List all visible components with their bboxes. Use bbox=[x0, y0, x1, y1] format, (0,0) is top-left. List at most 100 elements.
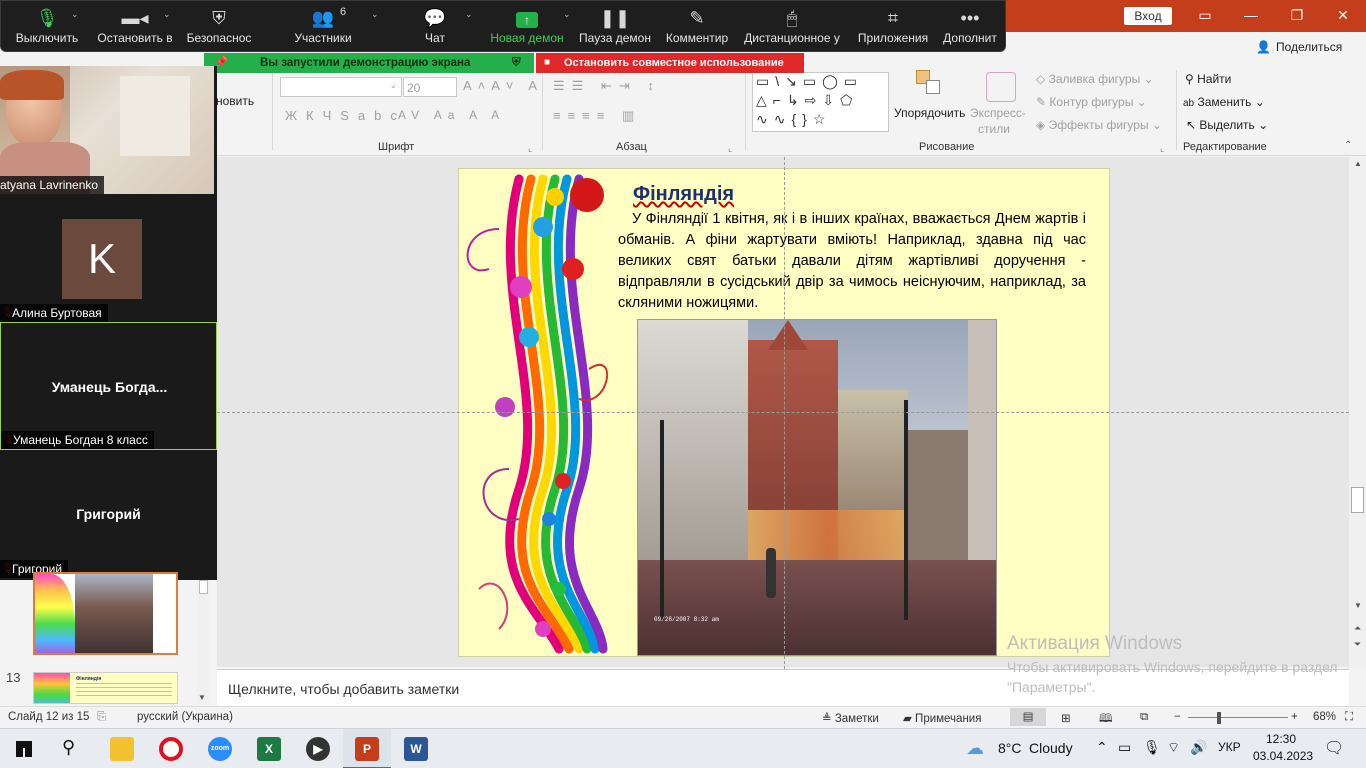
alignment-buttons[interactable]: ≡≡≡≡ ▥ bbox=[553, 108, 641, 124]
slide-thumbnail-current[interactable] bbox=[33, 572, 178, 655]
annotate-button[interactable]: ✎ Комментир bbox=[661, 1, 733, 53]
chevron-down-icon[interactable]: ⌄ bbox=[465, 9, 473, 20]
slide-body-text[interactable]: У Фінляндії 1 квітня, як і в інших країн… bbox=[618, 209, 1086, 314]
participant-tile-active-speaker[interactable]: Уманець Богда... 🎙 Уманець Богдан 8 клас… bbox=[0, 322, 217, 450]
previous-slide-icon[interactable]: ⏶ bbox=[1354, 623, 1361, 634]
find-button[interactable]: ⚲ Найти bbox=[1185, 72, 1231, 86]
pause-share-button[interactable]: ❚❚ Пауза демон bbox=[577, 1, 653, 53]
restore-icon[interactable]: ❐ bbox=[1274, 0, 1320, 32]
minimize-icon[interactable]: — bbox=[1228, 0, 1274, 32]
language-indicator[interactable]: русский (Украина) bbox=[137, 711, 233, 723]
reset-button[interactable]: новить bbox=[216, 94, 254, 108]
volume-icon[interactable]: 🔊 bbox=[1190, 739, 1207, 756]
replace-button[interactable]: ab Заменить ⌄ bbox=[1183, 95, 1265, 109]
excel-icon: X bbox=[257, 737, 281, 761]
zoom-app-button[interactable]: zoom bbox=[196, 729, 244, 768]
security-button[interactable]: ⛨ Безопаснос bbox=[185, 1, 253, 53]
person-icon: 👤 bbox=[1256, 40, 1271, 54]
font-effect-buttons[interactable]: AV Aa A A bbox=[398, 108, 505, 122]
horizontal-guide[interactable] bbox=[217, 412, 1349, 413]
show-hidden-icons-icon[interactable]: ⌃ bbox=[1096, 739, 1108, 756]
participant-tile[interactable]: atyana Lavrinenko bbox=[0, 66, 217, 194]
shape-effects-button[interactable]: ◈ Эффекты фигуры ⌄ bbox=[1036, 118, 1162, 132]
participants-button[interactable]: 👥 Участники bbox=[289, 1, 357, 53]
shield-check-icon: ⛨ bbox=[512, 57, 521, 69]
next-slide-icon[interactable]: ⏷ bbox=[1354, 639, 1361, 650]
remote-control-button[interactable]: 🖱 Дистанционное у bbox=[741, 1, 843, 53]
arrange-button[interactable]: Упорядочить bbox=[894, 106, 965, 120]
ribbon-display-options-icon[interactable]: ▭ bbox=[1182, 0, 1228, 32]
notes-toggle[interactable]: ≜ Заметки bbox=[822, 711, 879, 725]
microphone-icon[interactable]: 🎙 bbox=[1143, 739, 1161, 756]
clock-date[interactable]: 03.04.2023 bbox=[1253, 749, 1313, 763]
zoom-slider-thumb[interactable] bbox=[1217, 712, 1221, 724]
participant-tile[interactable]: Григорий 🎙 Григорий bbox=[0, 450, 217, 578]
stop-share-button[interactable]: ■ Остановить совместное использование bbox=[536, 53, 804, 73]
notifications-icon[interactable]: 🗨 bbox=[1324, 738, 1344, 758]
font-family-select[interactable]: ⌄ bbox=[280, 77, 402, 97]
slide-sorter-icon[interactable]: ⊞ bbox=[1061, 711, 1071, 725]
chat-button[interactable]: 💬 Чат bbox=[413, 1, 457, 53]
scrollbar-thumb[interactable] bbox=[1351, 487, 1364, 513]
vertical-guide[interactable] bbox=[784, 157, 785, 669]
excel-button[interactable]: X bbox=[245, 729, 293, 768]
apps-button[interactable]: ⌗ Приложения bbox=[853, 1, 933, 53]
list-buttons[interactable]: ☰☰ ⇤⇥ ↕ bbox=[553, 78, 661, 94]
sign-in-button[interactable]: Вход bbox=[1124, 7, 1172, 25]
start-button[interactable] bbox=[0, 729, 48, 768]
font-grow-shrink-buttons[interactable]: A˄A˅ A bbox=[463, 78, 543, 93]
weather-condition[interactable]: Cloudy bbox=[1029, 740, 1073, 756]
zoom-in-icon[interactable]: + bbox=[1291, 711, 1298, 723]
wifi-icon[interactable]: ⌔ bbox=[1167, 739, 1180, 757]
zoom-level[interactable]: 68% bbox=[1313, 711, 1336, 723]
input-language[interactable]: УКР bbox=[1218, 740, 1241, 754]
slide-title[interactable]: Фінляндія bbox=[633, 183, 734, 206]
notes-pane[interactable]: Щелкните, чтобы добавить заметки bbox=[217, 669, 1349, 706]
select-button[interactable]: ↖ Выделить ⌄ bbox=[1186, 118, 1268, 132]
collapse-ribbon-icon[interactable]: ⌃ bbox=[1344, 140, 1352, 151]
participant-tile[interactable]: K 🎙 Алина Буртовая bbox=[0, 194, 217, 322]
more-button[interactable]: ••• Дополнит bbox=[939, 1, 1001, 53]
chevron-down-icon[interactable]: ⌄ bbox=[371, 9, 379, 20]
word-button[interactable]: W bbox=[392, 729, 440, 768]
share-button[interactable]: 👤 Поделиться bbox=[1256, 40, 1342, 54]
battery-icon[interactable]: ▭ bbox=[1118, 739, 1131, 756]
zoom-slider[interactable] bbox=[1188, 717, 1288, 718]
spellcheck-icon[interactable]: ⎘ bbox=[97, 711, 106, 724]
powerpoint-icon: P bbox=[355, 737, 379, 761]
slideshow-icon[interactable]: ⧉ bbox=[1140, 711, 1148, 724]
fit-to-window-icon[interactable]: ⛶ bbox=[1345, 711, 1353, 724]
comments-toggle[interactable]: ▰ Примечания bbox=[903, 711, 981, 725]
cursor-icon: ↖ bbox=[1186, 118, 1197, 132]
media-player-button[interactable]: ▶ bbox=[294, 729, 342, 768]
opera-button[interactable] bbox=[147, 729, 195, 768]
slide-thumbnail[interactable]: Фінляндія bbox=[33, 672, 178, 704]
chevron-down-icon[interactable]: ⌄ bbox=[71, 9, 79, 20]
normal-view-icon[interactable]: ▤ bbox=[1010, 708, 1046, 726]
clock-time[interactable]: 12:30 bbox=[1266, 732, 1296, 746]
quick-styles-button[interactable]: Экспресс- bbox=[970, 106, 1026, 120]
close-icon[interactable]: ✕ bbox=[1320, 0, 1366, 32]
zoom-meeting-toolbar: 🎙 Выключить ⌄ ▬◂ Остановить в ⌄ ⛨ Безопа… bbox=[0, 0, 1006, 52]
thumbnail-scrollbar[interactable]: ▼ bbox=[197, 580, 210, 704]
scroll-up-icon[interactable]: ▲ bbox=[1354, 159, 1362, 168]
font-size-select[interactable]: 20 bbox=[403, 77, 457, 97]
weather-temperature[interactable]: 8°C bbox=[998, 740, 1022, 756]
file-explorer-button[interactable] bbox=[98, 729, 146, 768]
shapes-gallery[interactable]: ▭\↘▭◯▭ △⌐↳⇨⇩⬠ ∿∿{}☆ bbox=[752, 72, 889, 132]
dialog-launcher-icon[interactable]: ⌞ bbox=[1160, 143, 1164, 154]
font-style-buttons[interactable]: ЖКЧSabc bbox=[285, 108, 406, 123]
chevron-down-icon[interactable]: ⌄ bbox=[163, 9, 171, 20]
powerpoint-taskbar-button[interactable]: P bbox=[343, 729, 391, 768]
dialog-launcher-icon[interactable]: ⌞ bbox=[528, 143, 532, 154]
shape-outline-button[interactable]: ✎ Контур фигуры ⌄ bbox=[1036, 95, 1147, 109]
shape-fill-button[interactable]: ◇ Заливка фигуры ⌄ bbox=[1036, 72, 1154, 86]
zoom-out-icon[interactable]: − bbox=[1174, 711, 1181, 723]
new-share-button[interactable]: ↑ Новая демон bbox=[487, 1, 567, 53]
dialog-launcher-icon[interactable]: ⌞ bbox=[728, 143, 732, 154]
vertical-scrollbar[interactable]: ▲ ▼ ⏶ ⏷ bbox=[1349, 157, 1366, 667]
search-button[interactable]: ⚲ bbox=[48, 729, 96, 768]
chevron-down-icon[interactable]: ⌄ bbox=[563, 9, 571, 20]
street-photo[interactable]: 09/28/2007 8:32 am bbox=[637, 319, 997, 656]
scroll-down-icon[interactable]: ▼ bbox=[1354, 601, 1362, 610]
